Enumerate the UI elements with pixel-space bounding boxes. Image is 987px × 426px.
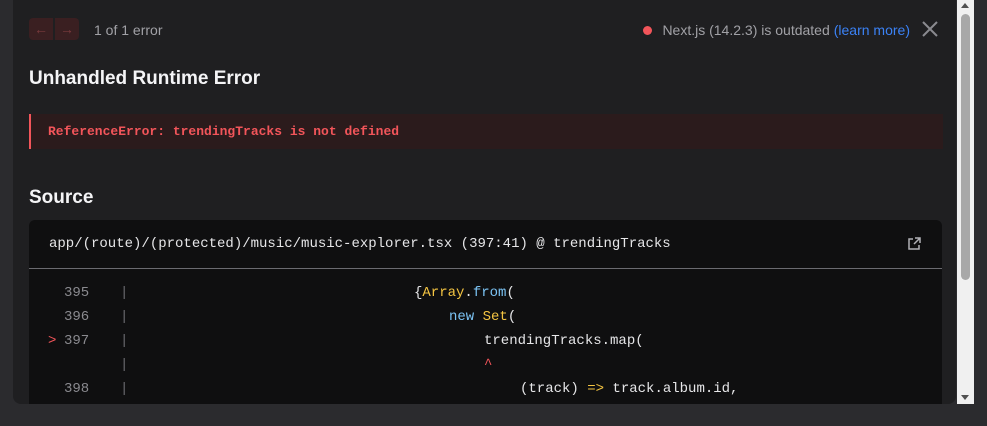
open-in-editor-icon[interactable] bbox=[906, 236, 922, 252]
code-frame: 395 | {Array.from( 396 | new Set( > 397 … bbox=[29, 281, 942, 401]
overlay-header: ← → 1 of 1 error Next.js (14.2.3) is out… bbox=[13, 0, 956, 60]
next-error-button[interactable]: → bbox=[55, 18, 79, 40]
line-separator: | bbox=[120, 381, 129, 397]
source-file-path[interactable]: app/(route)/(protected)/music/music-expl… bbox=[49, 236, 671, 252]
error-pagination: ← → bbox=[29, 18, 79, 40]
scroll-up-icon[interactable] bbox=[961, 3, 969, 8]
code-line: 398 | (track) => track.album.id, bbox=[29, 377, 942, 401]
arrow-left-icon: ← bbox=[34, 21, 48, 37]
line-number: 395 bbox=[64, 285, 90, 301]
close-icon[interactable] bbox=[920, 19, 940, 39]
learn-more-link[interactable]: (learn more) bbox=[834, 22, 910, 38]
line-separator: | bbox=[120, 285, 129, 301]
error-line-marker: > bbox=[48, 333, 57, 349]
source-code-panel: app/(route)/(protected)/music/music-expl… bbox=[29, 220, 942, 404]
error-message: ReferenceError: trendingTracks is not de… bbox=[48, 124, 400, 139]
scrollbar-thumb[interactable] bbox=[961, 14, 970, 280]
error-overlay-dialog: ← → 1 of 1 error Next.js (14.2.3) is out… bbox=[13, 0, 956, 404]
error-count: 1 of 1 error bbox=[94, 22, 163, 38]
version-text: Next.js (14.2.3) is outdated bbox=[662, 22, 830, 38]
code-token: ( bbox=[507, 309, 517, 325]
previous-error-button[interactable]: ← bbox=[29, 18, 53, 40]
code-text: new Set( bbox=[449, 305, 516, 329]
source-file-bar[interactable]: app/(route)/(protected)/music/music-expl… bbox=[29, 220, 942, 269]
scroll-down-icon[interactable] bbox=[961, 395, 969, 400]
line-separator: | bbox=[120, 309, 129, 325]
code-text: (track) => track.album.id, bbox=[520, 377, 738, 401]
code-token: from bbox=[472, 285, 507, 301]
line-number: 397 bbox=[64, 333, 90, 349]
version-notice: Next.js (14.2.3) is outdated (learn more… bbox=[643, 22, 910, 38]
line-separator: | bbox=[120, 357, 129, 373]
error-caret: ^ bbox=[484, 357, 493, 373]
code-token: track.album.id, bbox=[604, 381, 739, 397]
code-line: 395 | {Array.from( bbox=[29, 281, 942, 305]
error-message-box: ReferenceError: trendingTracks is not de… bbox=[29, 114, 943, 149]
code-line: > 397 | trendingTracks.map( bbox=[29, 329, 942, 353]
code-text: {Array.from( bbox=[414, 281, 515, 305]
line-number: 396 bbox=[64, 309, 90, 325]
line-number: 398 bbox=[64, 381, 90, 397]
arrow-right-icon: → bbox=[60, 21, 74, 37]
status-dot-icon bbox=[643, 25, 653, 35]
code-token: . bbox=[464, 285, 473, 301]
code-token: new bbox=[449, 309, 475, 325]
code-token: (track) bbox=[520, 381, 588, 397]
code-token: => bbox=[587, 381, 605, 397]
line-separator: | bbox=[120, 333, 129, 349]
code-text: trendingTracks.map( bbox=[484, 333, 644, 349]
code-token: Array bbox=[422, 285, 465, 301]
source-heading: Source bbox=[29, 187, 94, 208]
code-line: | ^ bbox=[29, 353, 942, 377]
code-token: ( bbox=[506, 285, 515, 301]
code-token: Set bbox=[482, 309, 508, 325]
code-line: 396 | new Set( bbox=[29, 305, 942, 329]
page-title: Unhandled Runtime Error bbox=[29, 68, 261, 89]
